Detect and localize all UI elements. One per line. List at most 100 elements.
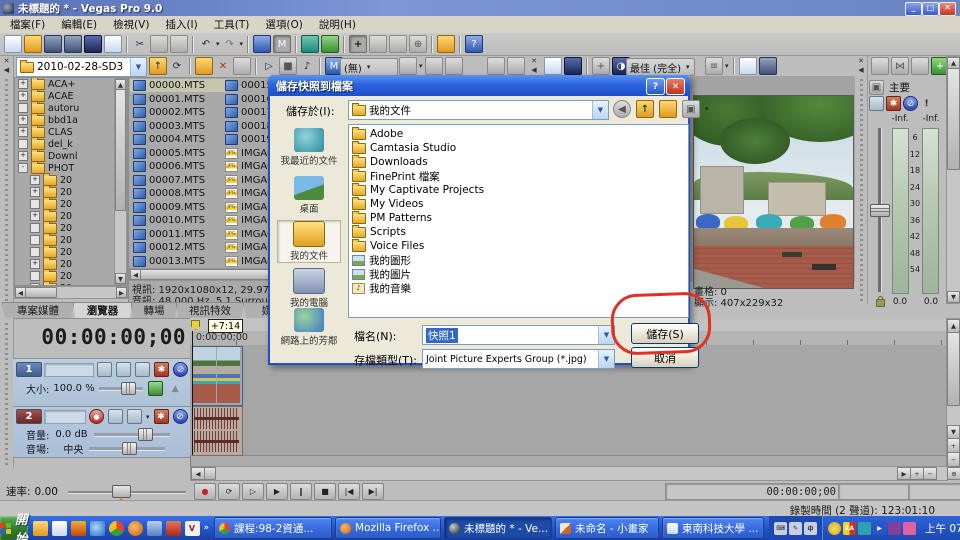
close-pane-icon[interactable]: ✕	[531, 58, 537, 65]
new-project-icon[interactable]	[4, 35, 22, 53]
stop-preview-icon[interactable]: ■	[279, 57, 297, 75]
slider-knob[interactable]	[121, 382, 136, 395]
external-monitor-icon[interactable]	[564, 57, 582, 75]
scroll-left-button[interactable]: ◀	[191, 467, 205, 480]
menu-item[interactable]: 選項(O)	[257, 15, 310, 34]
tree-item[interactable]: 20	[15, 270, 127, 282]
edit-cursor[interactable]	[192, 331, 193, 455]
zoom-in-vertical-button[interactable]: +	[947, 438, 960, 453]
mute-icon[interactable]: ⊘	[173, 409, 188, 424]
copy-icon[interactable]	[150, 35, 168, 53]
tree-item[interactable]: 20	[15, 246, 127, 258]
language-tools-icon[interactable]: ✎	[789, 522, 802, 535]
insert-fx-icon[interactable]	[869, 96, 884, 111]
tree-horizontal-scrollbar[interactable]: ◀ ▶	[14, 286, 128, 299]
redo-icon[interactable]: ↷	[222, 36, 238, 52]
tree-vertical-scrollbar[interactable]: ▲ ▼	[114, 78, 127, 285]
tree-expander[interactable]: +	[18, 127, 28, 137]
tree-expander[interactable]: +	[30, 211, 40, 221]
tray-media-icon[interactable]: ▶	[873, 522, 886, 535]
zoom-edit-tool-icon[interactable]: ⊕	[409, 35, 427, 53]
views-dropdown-icon[interactable]: ▾	[419, 62, 423, 70]
place-recent-documents[interactable]: 我最近的文件	[278, 128, 340, 167]
fx-preset-dropdown[interactable]: (無) ▾	[340, 58, 398, 76]
scroll-thumb[interactable]	[204, 467, 216, 480]
open-project-icon[interactable]	[24, 35, 42, 53]
office-icon[interactable]	[166, 521, 181, 536]
tree-item[interactable]: + 20	[15, 210, 127, 222]
file-item[interactable]: 00001.MTS	[130, 93, 222, 107]
dialog-close-button[interactable]: ✕	[666, 78, 685, 95]
task-button-vegas[interactable]: 未標題的 * - Ve...	[444, 517, 552, 539]
menu-item[interactable]: 檢視(V)	[105, 15, 157, 34]
paste-icon[interactable]	[170, 35, 188, 53]
tree-expander[interactable]: +	[18, 91, 28, 101]
folder-item[interactable]: FinePrint 檔案	[352, 169, 688, 183]
tree-item[interactable]: + 20	[15, 174, 127, 186]
scroll-up-button[interactable]: ▲	[947, 319, 960, 333]
track-2-name-field[interactable]	[44, 410, 86, 424]
mixer-scrollbar[interactable]: ▲ ▼	[946, 56, 960, 304]
explorer-pane-grip[interactable]: ✕ ◀	[0, 56, 14, 304]
view-menu-dropdown-icon[interactable]: ▾	[705, 105, 709, 113]
folder-item[interactable]: Adobe	[352, 127, 688, 141]
undo-dropdown-icon[interactable]: ▾	[216, 40, 220, 48]
selection-start-box[interactable]	[838, 483, 911, 500]
dialog-help-button[interactable]: ?	[646, 78, 665, 95]
views-icon[interactable]	[399, 57, 417, 75]
close-pane-icon[interactable]: ✕	[858, 58, 864, 65]
tab-project-media[interactable]: 專案媒體	[2, 302, 74, 319]
selection-edit-tool-icon[interactable]	[389, 35, 407, 53]
new-folder-icon[interactable]	[195, 57, 213, 75]
up-one-level-icon[interactable]: ↑	[149, 57, 167, 75]
volume-slider[interactable]	[94, 433, 170, 437]
tray-antivirus-icon[interactable]	[828, 522, 841, 535]
mixer-properties-icon[interactable]	[871, 57, 889, 75]
preview-pane-grip[interactable]: ✕ ◀	[528, 56, 540, 76]
mail-icon[interactable]	[147, 521, 162, 536]
file-item[interactable]: 00013.MTS	[130, 255, 222, 269]
slider-knob[interactable]	[122, 442, 137, 455]
open-in-trimmer-icon[interactable]	[104, 35, 122, 53]
interactive-tutorials-icon[interactable]	[437, 35, 455, 53]
chrome-icon[interactable]	[109, 521, 124, 536]
drag-handle[interactable]	[860, 79, 863, 301]
timeline-time-display[interactable]: 00:00:00;00	[16, 325, 186, 349]
zoom-out-vertical-button[interactable]: −	[947, 452, 960, 467]
selection-length-box[interactable]	[908, 483, 960, 500]
place-network[interactable]: 網路上的芳鄰	[278, 308, 340, 347]
lock-envelopes-icon[interactable]	[301, 35, 319, 53]
tree-expander[interactable]	[30, 247, 40, 257]
address-dropdown[interactable]: 2010-02-28-SD3 ▼	[16, 57, 147, 77]
task-button-firefox[interactable]: Mozilla Firefox ...	[335, 517, 441, 539]
scroll-thumb[interactable]	[115, 89, 126, 211]
ie-icon[interactable]	[90, 521, 105, 536]
quicklaunch-overflow-chevron[interactable]: »	[204, 523, 210, 533]
pan-slider[interactable]	[89, 447, 165, 451]
minimize-button[interactable]: _	[905, 2, 922, 16]
close-button[interactable]: ✕	[939, 2, 956, 16]
file-item[interactable]: 00002.MTS	[130, 106, 222, 120]
file-item[interactable]: 00003.MTS	[130, 120, 222, 134]
collapse-pane-icon[interactable]: ◀	[531, 67, 536, 74]
start-button[interactable]: 開始	[0, 516, 28, 540]
tray-volume-icon[interactable]	[903, 522, 916, 535]
track-motion-icon[interactable]	[97, 362, 112, 377]
mixer-pane-grip[interactable]: ✕ ◀	[855, 56, 868, 304]
audio-event[interactable]	[192, 406, 243, 456]
folder-item[interactable]: My Videos	[352, 197, 688, 211]
folder-item[interactable]: 我的圖片	[352, 267, 688, 281]
menu-item[interactable]: 檔案(F)	[2, 15, 53, 34]
fx-dropdown-icon[interactable]: ▾	[146, 413, 150, 421]
address-dropdown-button[interactable]: ▼	[130, 58, 146, 76]
size-slider[interactable]	[99, 387, 143, 391]
compositing-mode-icon[interactable]	[116, 362, 131, 377]
record-button[interactable]: ●	[194, 483, 216, 500]
downmix-output-icon[interactable]: ⋈	[891, 57, 909, 75]
file-item[interactable]: 00007.MTS	[130, 174, 222, 188]
whats-this-help-icon[interactable]: ?	[465, 35, 483, 53]
slider-knob[interactable]	[138, 428, 153, 441]
filetype-dropdown[interactable]: Joint Picture Experts Group (*.jpg) ▼	[422, 349, 615, 369]
scroll-down-button[interactable]: ▼	[947, 291, 960, 303]
render-as-icon[interactable]	[64, 35, 82, 53]
